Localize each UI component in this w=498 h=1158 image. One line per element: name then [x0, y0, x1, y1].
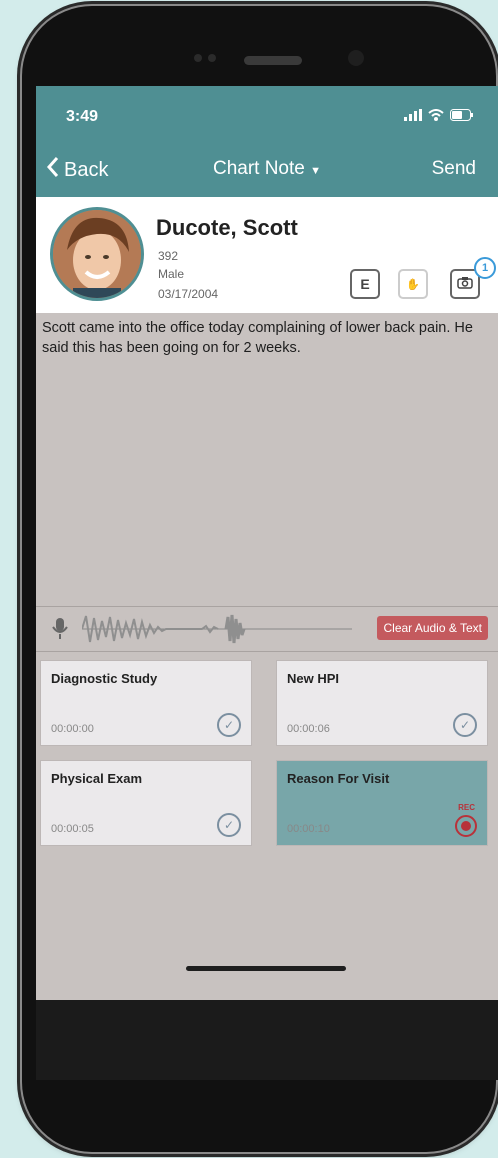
chart-note-text[interactable]: Scott came into the office today complai… — [42, 318, 482, 358]
card-title: Reason For Visit — [287, 771, 390, 786]
check-circle-icon: ✓ — [453, 713, 477, 737]
patient-id: 392 — [158, 249, 179, 263]
waveform[interactable] — [81, 613, 352, 650]
patient-header: Ducote, Scott 392 Male 03/17/2004 E ✋ 1 — [36, 197, 498, 313]
card-time: 00:00:06 — [287, 723, 330, 735]
camera-icon — [457, 276, 473, 292]
app-bar: 3:49 Back Chart Note ▼ Send — [36, 86, 498, 197]
photo-count-badge: 1 — [474, 257, 496, 279]
card-time: 00:00:05 — [51, 823, 94, 835]
card-time: 00:00:00 — [51, 723, 94, 735]
check-circle-icon: ✓ — [217, 713, 241, 737]
speaker-grille — [244, 56, 302, 65]
hand-icon: ✋ — [406, 278, 420, 291]
send-button[interactable]: Send — [432, 158, 476, 180]
rec-label: REC — [458, 803, 475, 812]
e-button[interactable]: E — [350, 269, 380, 299]
patient-name: Ducote, Scott — [156, 215, 298, 240]
record-icon — [455, 815, 477, 837]
bottom-bezel — [36, 1000, 498, 1080]
card-diagnostic-study[interactable]: Diagnostic Study 00:00:00 ✓ — [40, 660, 252, 746]
caret-down-icon: ▼ — [310, 165, 322, 177]
battery-icon — [450, 108, 474, 124]
front-camera — [348, 50, 364, 66]
hand-button[interactable]: ✋ — [398, 269, 428, 299]
chart-note-dropdown[interactable]: Chart Note ▼ — [36, 158, 498, 180]
audio-bar: Clear Audio & Text — [36, 606, 498, 652]
home-indicator[interactable] — [186, 966, 346, 971]
status-time: 3:49 — [66, 108, 99, 125]
patient-dob: 03/17/2004 — [158, 287, 219, 301]
card-title: Physical Exam — [51, 771, 143, 786]
card-title: New HPI — [287, 671, 340, 686]
card-new-hpi[interactable]: New HPI 00:00:06 ✓ — [276, 660, 488, 746]
card-time: 00:00:10 — [287, 823, 330, 835]
patient-sex: Male — [158, 267, 185, 281]
card-title: Diagnostic Study — [51, 671, 158, 686]
card-physical-exam[interactable]: Physical Exam 00:00:05 ✓ — [40, 760, 252, 846]
avatar — [50, 207, 144, 301]
sensor — [208, 54, 216, 62]
card-reason-for-visit[interactable]: Reason For Visit 00:00:10 REC — [276, 760, 488, 846]
microphone-icon[interactable] — [50, 617, 70, 646]
sensor — [194, 54, 202, 62]
check-circle-icon: ✓ — [217, 813, 241, 837]
status-icons — [404, 108, 474, 124]
clear-audio-text-button[interactable]: Clear Audio & Text — [377, 616, 488, 640]
nav-title: Chart Note — [212, 158, 305, 179]
wifi-icon — [428, 108, 444, 124]
signal-icon — [404, 108, 422, 124]
app-screen: 3:49 Back Chart Note ▼ Send Ducote, Scot… — [36, 86, 498, 1080]
